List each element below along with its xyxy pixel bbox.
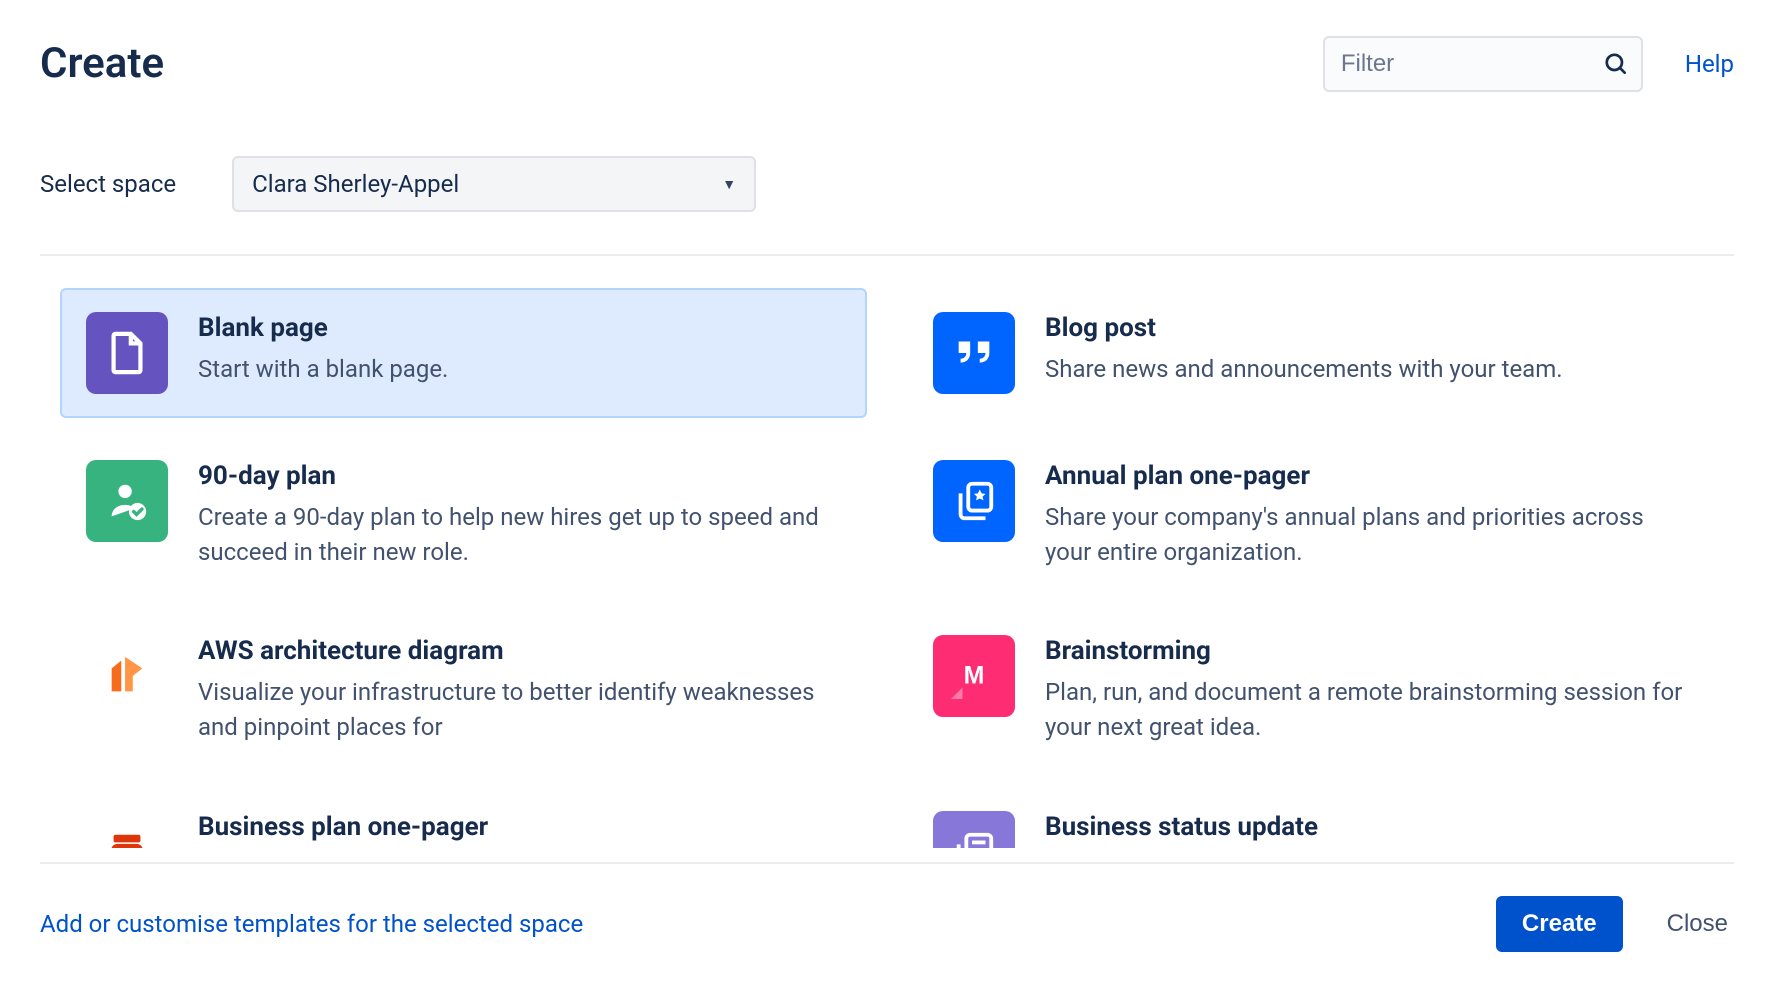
template-card[interactable]: Business status updateProvide regular up… xyxy=(907,787,1714,848)
select-space-label: Select space xyxy=(40,170,176,198)
template-text: Business plan one-pagerSet your company'… xyxy=(198,811,841,848)
template-card[interactable]: Annual plan one-pager Share your company'… xyxy=(907,436,1714,593)
template-description: Share your company's annual plans and pr… xyxy=(1045,500,1688,570)
template-title: Business plan one-pager xyxy=(198,811,841,845)
footer-right: Create Close xyxy=(1496,896,1734,952)
page-icon xyxy=(86,312,168,394)
template-title: 90-day plan xyxy=(198,460,841,494)
template-card[interactable]: AWS architecture diagram Visualize your i… xyxy=(60,611,867,768)
template-grid: Blank page Start with a blank page. Blog p… xyxy=(40,288,1734,848)
space-select-value: Clara Sherley-Appel xyxy=(252,170,459,198)
template-description: Visualize your infrastructure to better … xyxy=(198,675,841,745)
business-plan-icon xyxy=(86,811,168,848)
search-icon xyxy=(1603,51,1629,77)
template-title: AWS architecture diagram xyxy=(198,635,841,669)
help-link[interactable]: Help xyxy=(1685,50,1734,78)
caret-down-icon: ▼ xyxy=(722,176,736,193)
template-title: Annual plan one-pager xyxy=(1045,460,1688,494)
filter-input[interactable] xyxy=(1323,36,1643,92)
template-card[interactable]: M Brainstorming Plan, run, and document a … xyxy=(907,611,1714,768)
template-title: Brainstorming xyxy=(1045,635,1688,669)
template-description: Start with a blank page. xyxy=(198,352,841,387)
filter-wrap xyxy=(1323,36,1643,92)
person-check-icon xyxy=(86,460,168,542)
template-description: Share news and announcements with your t… xyxy=(1045,352,1688,387)
customise-templates-link[interactable]: Add or customise templates for the selec… xyxy=(40,910,583,938)
template-text: Blank page Start with a blank page. xyxy=(198,312,841,394)
template-card[interactable]: Blank page Start with a blank page. xyxy=(60,288,867,418)
template-card[interactable]: 90-day plan Create a 90-day plan to help … xyxy=(60,436,867,593)
mural-icon: M xyxy=(933,635,1015,717)
status-update-icon xyxy=(933,811,1015,848)
create-button[interactable]: Create xyxy=(1496,896,1623,952)
svg-text:M: M xyxy=(964,662,985,690)
header-right: Help xyxy=(1323,36,1734,92)
template-text: 90-day plan Create a 90-day plan to help … xyxy=(198,460,841,569)
star-card-icon xyxy=(933,460,1015,542)
dialog-header: Create Help xyxy=(40,36,1734,92)
create-dialog: Create Help Select space Clara Sherley-A… xyxy=(40,36,1734,984)
template-description: Plan, run, and document a remote brainst… xyxy=(1045,675,1688,745)
space-selector-row: Select space Clara Sherley-Appel ▼ xyxy=(40,156,1734,212)
template-text: Annual plan one-pager Share your company'… xyxy=(1045,460,1688,569)
template-text: Blog post Share news and announcements wi… xyxy=(1045,312,1688,394)
template-text: AWS architecture diagram Visualize your i… xyxy=(198,635,841,744)
space-select[interactable]: Clara Sherley-Appel ▼ xyxy=(232,156,756,212)
template-card[interactable]: Blog post Share news and announcements wi… xyxy=(907,288,1714,418)
dialog-title: Create xyxy=(40,43,164,85)
lucidchart-icon xyxy=(86,635,168,717)
quote-icon xyxy=(933,312,1015,394)
dialog-footer: Add or customise templates for the selec… xyxy=(40,864,1734,984)
template-title: Blog post xyxy=(1045,312,1688,346)
template-text: Brainstorming Plan, run, and document a r… xyxy=(1045,635,1688,744)
close-button[interactable]: Close xyxy=(1661,909,1734,939)
template-title: Blank page xyxy=(198,312,841,346)
template-card[interactable]: Business plan one-pagerSet your company'… xyxy=(60,787,867,848)
divider xyxy=(40,254,1734,256)
template-text: Business status updateProvide regular up… xyxy=(1045,811,1688,848)
template-title: Business status update xyxy=(1045,811,1688,845)
template-description: Create a 90-day plan to help new hires g… xyxy=(198,500,841,570)
